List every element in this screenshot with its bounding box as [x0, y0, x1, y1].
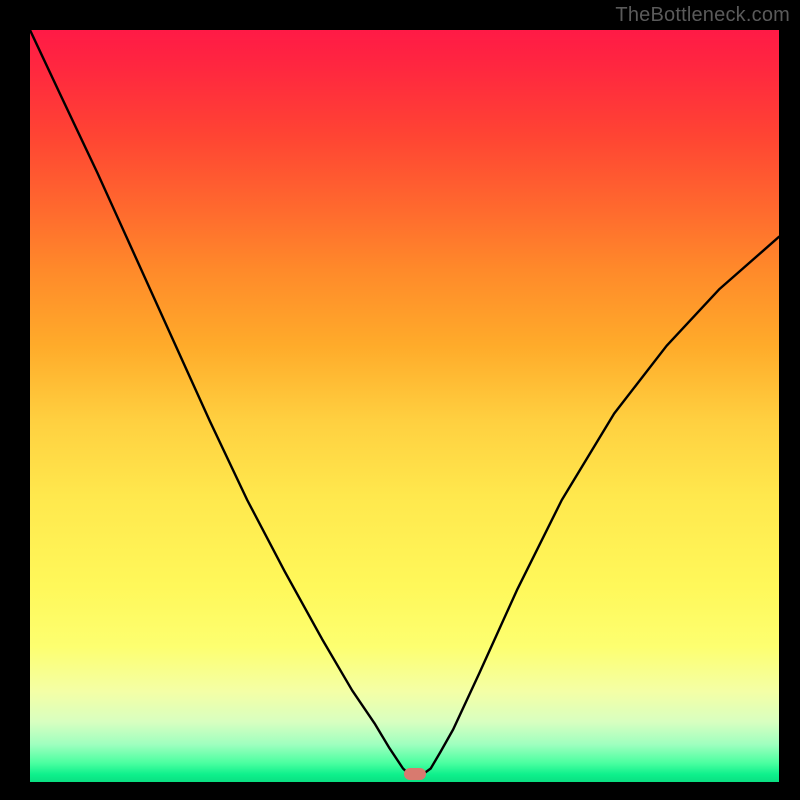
minimum-marker — [404, 768, 426, 780]
plot-area — [30, 30, 779, 782]
watermark-text: TheBottleneck.com — [615, 4, 790, 27]
bottleneck-curve — [30, 30, 779, 782]
chart-frame: TheBottleneck.com — [0, 0, 800, 800]
